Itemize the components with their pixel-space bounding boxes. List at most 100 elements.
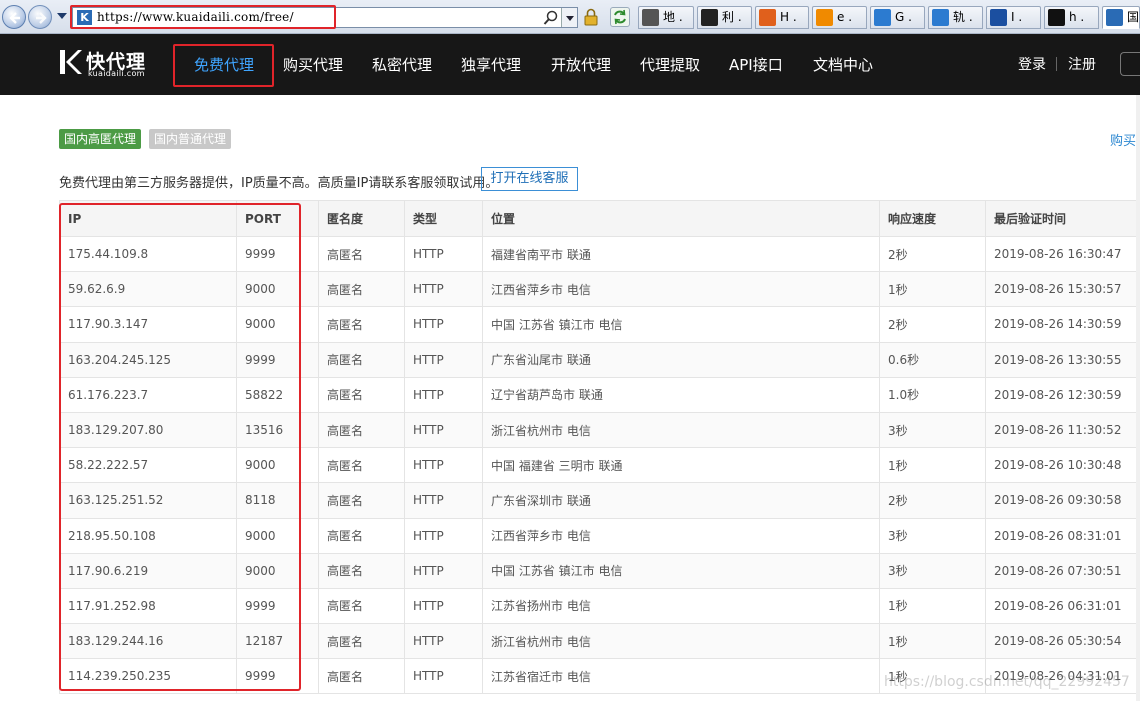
tab-label: e . — [837, 10, 853, 24]
camera-icon — [642, 9, 659, 26]
browser-tab[interactable]: H . — [755, 6, 809, 29]
cell-verified-time: 2019-08-26 13:30:55 — [985, 341, 1140, 378]
cell-anonymity: 高匿名 — [318, 517, 405, 554]
cell-ip: 183.129.244.16 — [59, 623, 237, 660]
table-row: 183.129.207.80 13516 高匿名 HTTP 浙江省杭州市 电信 3秒 201… — [59, 411, 1140, 449]
dark-app-icon — [701, 9, 718, 26]
tag-high-anonymous[interactable]: 国内高匿代理 — [59, 129, 142, 149]
ie-icon — [874, 9, 891, 26]
history-dropdown-icon[interactable] — [57, 13, 67, 19]
browser-tab[interactable]: I . — [986, 6, 1041, 29]
watermark: https://blog.csdn.net/qq_22992457 — [884, 674, 1130, 690]
nav-docs[interactable]: 文档中心 — [813, 54, 873, 75]
forward-button[interactable] — [28, 5, 52, 29]
cell-type: HTTP — [404, 341, 483, 378]
nav-exclusive-proxy[interactable]: 独享代理 — [461, 54, 521, 75]
cell-ip: 114.239.250.235 — [59, 658, 237, 695]
address-dropdown-button[interactable] — [561, 8, 577, 27]
cell-verified-time: 2019-08-26 08:31:01 — [985, 517, 1140, 554]
table-row: 117.91.252.98 9999 高匿名 HTTP 江苏省扬州市 电信 1秒 2019-… — [59, 587, 1140, 625]
tag-normal-anonymous[interactable]: 国内普通代理 — [149, 129, 232, 149]
cell-port: 58822 — [236, 376, 319, 413]
cell-ip: 59.62.6.9 — [59, 271, 237, 308]
register-link[interactable]: 注册 — [1068, 54, 1096, 74]
cell-type: HTTP — [404, 552, 483, 589]
cell-anonymity: 高匿名 — [318, 587, 405, 625]
cell-type: HTTP — [404, 587, 483, 625]
cell-verified-time: 2019-08-26 06:31:01 — [985, 587, 1140, 625]
cell-port: 9000 — [236, 552, 319, 589]
login-link[interactable]: 登录 — [1018, 54, 1046, 74]
cell-verified-time: 2019-08-26 16:30:47 — [985, 235, 1140, 273]
lock-icon[interactable] — [583, 8, 599, 26]
notice-text: 免费代理由第三方服务器提供，IP质量不高。高质量IP请联系客服领取试用。 — [59, 176, 499, 191]
forward-arrow-icon — [36, 12, 47, 24]
browser-tab[interactable]: 国 — [1102, 6, 1140, 29]
cell-location: 广东省深圳市 联通 — [482, 482, 880, 519]
logo-domain: kuaidaili.com — [88, 69, 145, 78]
cell-ip: 58.22.222.57 — [59, 447, 237, 484]
cell-port: 8118 — [236, 482, 319, 519]
cell-anonymity: 高匿名 — [318, 271, 405, 308]
cell-location: 辽宁省葫芦岛市 联通 — [482, 376, 880, 413]
col-port: PORT — [236, 200, 319, 237]
browser-tab[interactable]: G . — [870, 6, 925, 29]
cell-location: 中国 江苏省 镇江市 电信 — [482, 552, 880, 589]
table-row: 183.129.244.16 12187 高匿名 HTTP 浙江省杭州市 电信 1秒 201… — [59, 623, 1140, 660]
tab-label: 利 . — [722, 10, 742, 24]
browser-tab[interactable]: h . — [1044, 6, 1099, 29]
header-button-partial[interactable] — [1120, 52, 1140, 76]
col-location: 位置 — [482, 200, 880, 237]
tab-label: H . — [780, 10, 797, 24]
cell-location: 浙江省杭州市 电信 — [482, 623, 880, 660]
nav-buy-proxy[interactable]: 购买代理 — [283, 54, 343, 75]
nav-api[interactable]: API接口 — [729, 54, 783, 75]
cell-verified-time: 2019-08-26 07:30:51 — [985, 552, 1140, 589]
col-ip: IP — [59, 200, 237, 237]
col-speed: 响应速度 — [879, 200, 986, 237]
browser-tab[interactable]: 利 . — [697, 6, 752, 29]
tab-label: h . — [1069, 10, 1085, 24]
cell-type: HTTP — [404, 447, 483, 484]
cell-type: HTTP — [404, 376, 483, 413]
nav-proxy-extract[interactable]: 代理提取 — [640, 54, 700, 75]
cell-speed: 3秒 — [879, 411, 986, 449]
site-header: 快代理 kuaidaili.com 免费代理 购买代理 私密代理 独享代理 开放… — [0, 34, 1140, 95]
cell-type: HTTP — [404, 623, 483, 660]
cell-ip: 183.129.207.80 — [59, 411, 237, 449]
cell-port: 9000 — [236, 306, 319, 343]
cell-location: 江苏省扬州市 电信 — [482, 587, 880, 625]
online-service-button[interactable]: 打开在线客服 — [481, 167, 578, 191]
search-icon[interactable] — [543, 10, 559, 26]
proxy-table: IP PORT 匿名度 类型 位置 响应速度 最后验证时间 175.44.109… — [59, 200, 1140, 695]
nav-highlight-box — [173, 44, 274, 87]
buy-link[interactable]: 购买 — [1110, 130, 1136, 149]
cell-ip: 117.90.6.219 — [59, 552, 237, 589]
refresh-icon — [614, 9, 626, 25]
cell-ip: 175.44.109.8 — [59, 235, 237, 273]
orange-x-icon — [816, 9, 833, 26]
table-header-row: IP PORT 匿名度 类型 位置 响应速度 最后验证时间 — [59, 200, 1140, 237]
black-square-icon — [1048, 9, 1065, 26]
cell-speed: 0.6秒 — [879, 341, 986, 378]
browser-tab[interactable]: 地 . — [638, 6, 694, 29]
cell-port: 12187 — [236, 623, 319, 660]
browser-tab[interactable]: e . — [812, 6, 867, 29]
cell-type: HTTP — [404, 271, 483, 308]
cell-location: 江西省萍乡市 电信 — [482, 271, 880, 308]
cell-anonymity: 高匿名 — [318, 623, 405, 660]
cell-port: 9999 — [236, 341, 319, 378]
browser-tab[interactable]: 轨 . — [928, 6, 983, 29]
cell-verified-time: 2019-08-26 11:30:52 — [985, 411, 1140, 449]
nav-private-proxy[interactable]: 私密代理 — [372, 54, 432, 75]
nav-open-proxy[interactable]: 开放代理 — [551, 54, 611, 75]
refresh-button[interactable] — [610, 7, 630, 27]
site-logo[interactable]: 快代理 kuaidaili.com — [58, 47, 158, 79]
back-button[interactable] — [2, 5, 26, 29]
cell-type: HTTP — [404, 658, 483, 695]
page-scrollbar[interactable] — [1136, 95, 1140, 701]
cell-anonymity: 高匿名 — [318, 376, 405, 413]
kuaidaili-icon — [1106, 9, 1123, 26]
blue-diamond-icon — [990, 9, 1007, 26]
cell-anonymity: 高匿名 — [318, 235, 405, 273]
